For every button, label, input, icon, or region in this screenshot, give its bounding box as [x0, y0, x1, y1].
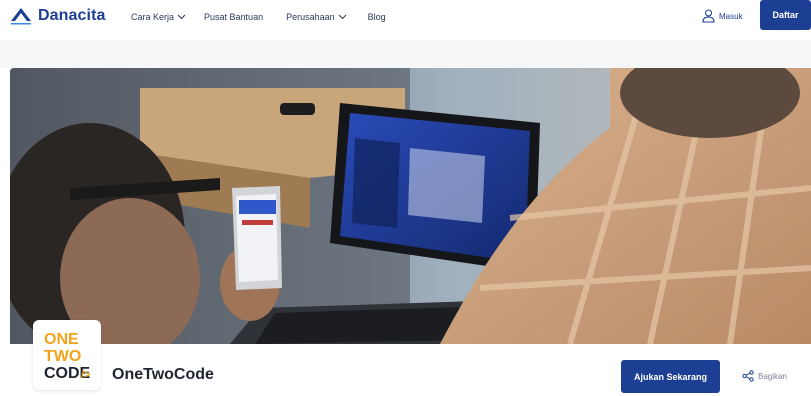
logo-line-one: ONE: [44, 331, 79, 348]
brand-logo[interactable]: Danacita: [10, 7, 106, 25]
company-name: OneTwoCode: [112, 366, 214, 383]
top-navbar: Danacita Cara Kerja Pusat Bantuan Perusa…: [0, 0, 811, 40]
login-label: Masuk: [719, 11, 743, 21]
nav-item-label: Blog: [367, 12, 386, 22]
nav-item-perusahaan[interactable]: Perusahaan: [286, 12, 347, 22]
user-icon: [702, 9, 715, 23]
nav-item-pusat-bantuan[interactable]: Pusat Bantuan: [204, 12, 263, 22]
nav-item-cara-kerja[interactable]: Cara Kerja: [131, 12, 186, 22]
chevron-down-icon: [177, 14, 186, 20]
danacita-logo-icon: [11, 8, 31, 25]
apply-now-button[interactable]: Ajukan Sekarang: [621, 360, 720, 393]
login-link[interactable]: Masuk: [702, 9, 743, 23]
share-button[interactable]: Bagikan: [742, 370, 787, 382]
main-menu: Cara Kerja Pusat Bantuan Perusahaan Blog: [131, 12, 386, 22]
share-label: Bagikan: [758, 371, 787, 381]
nav-item-label: Pusat Bantuan: [204, 12, 264, 22]
brand-name: Danacita: [38, 7, 106, 24]
share-icon: [742, 370, 754, 382]
company-cover-photo: [10, 68, 811, 344]
company-logo: ONE TWO CODE />: [33, 320, 101, 390]
nav-item-blog[interactable]: Blog: [368, 12, 386, 22]
logo-line-two: TWO: [44, 348, 81, 365]
logo-suffix: />: [81, 369, 90, 381]
onetwocode-logo-icon: ONE TWO CODE />: [44, 331, 91, 382]
nav-item-label: Cara Kerja: [131, 12, 175, 22]
page-background-band: [0, 40, 811, 68]
nav-item-label: Perusahaan: [286, 12, 335, 22]
chevron-down-icon: [338, 14, 346, 20]
signup-button[interactable]: Daftar: [760, 0, 811, 30]
